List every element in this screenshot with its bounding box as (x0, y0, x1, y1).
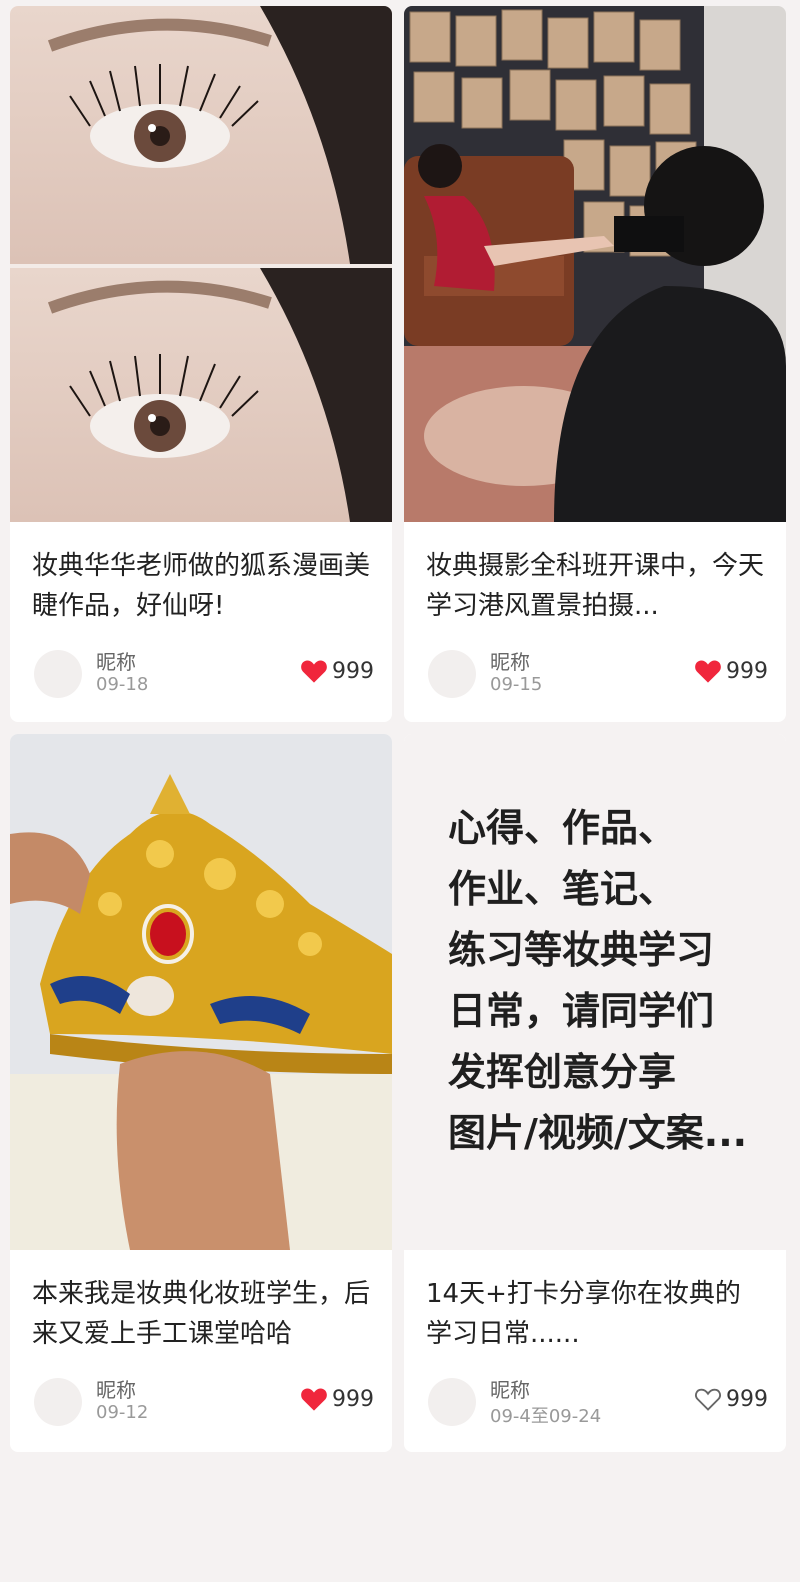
post-image[interactable] (10, 734, 392, 1250)
like-button[interactable]: 999 (300, 658, 374, 684)
post-image[interactable] (10, 6, 392, 522)
post-meta: 昵称 09-15 999 (428, 646, 768, 702)
post-caption[interactable]: 本来我是妆典化妆班学生，后来又爱上手工课堂哈哈 (32, 1274, 372, 1354)
post-meta: 昵称 09-4至09-24 999 (428, 1374, 768, 1430)
author-nickname[interactable]: 昵称 (490, 1374, 530, 1403)
post-card[interactable]: 妆典华华老师做的狐系漫画美睫作品，好仙呀! 昵称 09-18 999 (10, 6, 392, 722)
like-count: 999 (726, 1386, 768, 1412)
like-count: 999 (332, 1386, 374, 1412)
promo-line: 发挥创意分享 (448, 1050, 677, 1094)
heart-filled-icon (301, 1388, 327, 1411)
avatar[interactable] (34, 650, 82, 698)
heart-filled-icon (301, 660, 327, 683)
promo-text: 心得、作品、 作业、笔记、 练习等妆典学习 日常，请同学们 发挥创意分享 图片/… (448, 798, 768, 1164)
post-caption[interactable]: 妆典华华老师做的狐系漫画美睫作品，好仙呀! (32, 546, 372, 626)
post-card[interactable]: 妆典摄影全科班开课中，今天学习港风置景拍摄... 昵称 09-15 999 (404, 6, 786, 722)
heart-filled-icon (695, 660, 721, 683)
post-meta: 昵称 09-18 999 (34, 646, 374, 702)
post-date: 09-12 (96, 1402, 149, 1423)
author-nickname[interactable]: 昵称 (96, 1374, 136, 1403)
promo-panel[interactable]: 心得、作品、 作业、笔记、 练习等妆典学习 日常，请同学们 发挥创意分享 图片/… (404, 734, 786, 1250)
like-count: 999 (332, 658, 374, 684)
post-image[interactable] (404, 6, 786, 522)
post-date: 09-15 (490, 674, 543, 695)
author-nickname[interactable]: 昵称 (490, 646, 530, 675)
avatar[interactable] (428, 1378, 476, 1426)
like-button[interactable]: 999 (694, 658, 768, 684)
avatar[interactable] (34, 1378, 82, 1426)
like-count: 999 (726, 658, 768, 684)
promo-line: 心得、作品、 (448, 806, 677, 850)
heart-outline-icon (695, 1388, 721, 1411)
post-caption[interactable]: 14天+打卡分享你在妆典的学习日常...... (426, 1274, 766, 1354)
post-card[interactable]: 心得、作品、 作业、笔记、 练习等妆典学习 日常，请同学们 发挥创意分享 图片/… (404, 734, 786, 1452)
promo-line: 作业、笔记、 (448, 867, 677, 911)
promo-line: 图片/视频/文案... (448, 1111, 748, 1155)
post-card[interactable]: 本来我是妆典化妆班学生，后来又爱上手工课堂哈哈 昵称 09-12 999 (10, 734, 392, 1452)
avatar[interactable] (428, 650, 476, 698)
like-button[interactable]: 999 (694, 1386, 768, 1412)
promo-line: 练习等妆典学习 (448, 928, 715, 972)
promo-line: 日常，请同学们 (448, 989, 715, 1033)
post-meta: 昵称 09-12 999 (34, 1374, 374, 1430)
author-nickname[interactable]: 昵称 (96, 646, 136, 675)
like-button[interactable]: 999 (300, 1386, 374, 1412)
post-date: 09-18 (96, 674, 149, 695)
post-date: 09-4至09-24 (490, 1406, 602, 1427)
post-caption[interactable]: 妆典摄影全科班开课中，今天学习港风置景拍摄... (426, 546, 766, 626)
